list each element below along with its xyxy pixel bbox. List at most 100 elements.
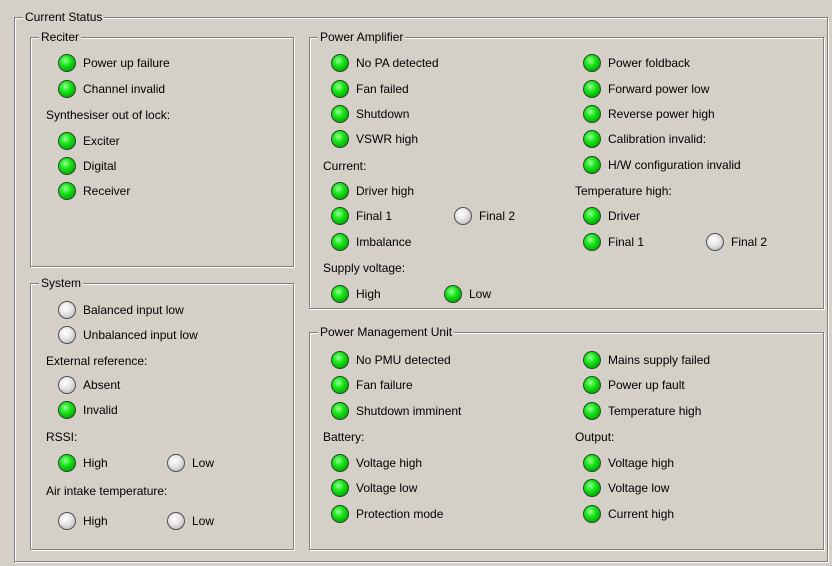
status-led-icon — [331, 182, 349, 200]
indicator-invalid: Invalid — [58, 400, 118, 420]
battery-label: Battery: — [323, 430, 365, 444]
indicator-temp-final-2: Final 2 — [706, 232, 767, 252]
indicator-rssi-high: High — [58, 453, 108, 473]
status-led-icon — [58, 54, 76, 72]
status-led-icon — [583, 54, 601, 72]
indicator-battery-voltage-low: Voltage low — [331, 478, 417, 498]
status-led-icon — [58, 454, 76, 472]
status-led-icon — [58, 401, 76, 419]
power-amplifier-title: Power Amplifier — [318, 30, 406, 44]
status-led-icon — [58, 376, 76, 394]
reciter-title: Reciter — [39, 30, 82, 44]
indicator-fan-failure: Fan failure — [331, 375, 413, 395]
status-led-icon — [58, 182, 76, 200]
indicator-no-pa-detected: No PA detected — [331, 53, 439, 73]
indicator-hw-config-invalid: H/W configuration invalid — [583, 155, 741, 175]
status-led-icon — [583, 402, 601, 420]
indicator-power-up-failure: Power up failure — [58, 53, 170, 73]
indicator-temperature-high: Temperature high — [583, 401, 701, 421]
external-reference-label: External reference: — [46, 354, 148, 368]
status-led-icon — [58, 80, 76, 98]
status-led-icon — [331, 233, 349, 251]
indicator-final-2: Final 2 — [454, 206, 515, 226]
current-status-title: Current Status — [23, 10, 105, 24]
status-led-icon — [58, 326, 76, 344]
supply-voltage-label: Supply voltage: — [323, 261, 406, 275]
status-led-icon — [331, 402, 349, 420]
indicator-calibration-invalid: Calibration invalid: — [583, 129, 706, 149]
indicator-power-up-fault: Power up fault — [583, 375, 685, 395]
indicator-no-pmu-detected: No PMU detected — [331, 350, 451, 370]
status-led-icon — [331, 505, 349, 523]
status-led-icon — [583, 376, 601, 394]
status-led-icon — [167, 454, 185, 472]
status-led-icon — [58, 157, 76, 175]
temperature-high-label: Temperature high: — [575, 184, 672, 198]
indicator-final-1: Final 1 — [331, 206, 392, 226]
indicator-vswr-high: VSWR high — [331, 129, 418, 149]
indicator-channel-invalid: Channel invalid — [58, 79, 165, 99]
indicator-imbalance: Imbalance — [331, 232, 411, 252]
status-led-icon — [331, 80, 349, 98]
status-led-icon — [331, 376, 349, 394]
indicator-exciter: Exciter — [58, 131, 120, 151]
air-intake-label: Air intake temperature: — [46, 484, 168, 498]
indicator-digital: Digital — [58, 156, 116, 176]
status-led-icon — [58, 301, 76, 319]
status-led-icon — [583, 233, 601, 251]
indicator-protection-mode: Protection mode — [331, 504, 443, 524]
status-led-icon — [583, 207, 601, 225]
synthesiser-label: Synthesiser out of lock: — [46, 108, 171, 122]
status-led-icon — [331, 130, 349, 148]
indicator-battery-voltage-high: Voltage high — [331, 453, 422, 473]
indicator-balanced-input-low: Balanced input low — [58, 300, 184, 320]
indicator-air-low: Low — [167, 511, 214, 531]
indicator-mains-supply-failed: Mains supply failed — [583, 350, 710, 370]
indicator-fan-failed: Fan failed — [331, 79, 409, 99]
status-led-icon — [706, 233, 724, 251]
status-led-icon — [583, 105, 601, 123]
status-led-icon — [167, 512, 185, 530]
indicator-unbalanced-input-low: Unbalanced input low — [58, 325, 198, 345]
status-led-icon — [583, 454, 601, 472]
rssi-label: RSSI: — [46, 430, 78, 444]
indicator-supply-low: Low — [444, 284, 491, 304]
status-led-icon — [454, 207, 472, 225]
status-led-icon — [58, 512, 76, 530]
indicator-power-foldback: Power foldback — [583, 53, 690, 73]
indicator-reverse-power-high: Reverse power high — [583, 104, 715, 124]
status-led-icon — [583, 479, 601, 497]
status-led-icon — [331, 285, 349, 303]
status-led-icon — [331, 54, 349, 72]
indicator-output-voltage-high: Voltage high — [583, 453, 674, 473]
indicator-forward-power-low: Forward power low — [583, 79, 709, 99]
status-led-icon — [331, 351, 349, 369]
indicator-shutdown-imminent: Shutdown imminent — [331, 401, 461, 421]
status-led-icon — [331, 454, 349, 472]
status-led-icon — [331, 479, 349, 497]
status-led-icon — [583, 80, 601, 98]
status-led-icon — [583, 130, 601, 148]
indicator-temp-driver: Driver — [583, 206, 640, 226]
status-led-icon — [331, 105, 349, 123]
indicator-absent: Absent — [58, 375, 120, 395]
indicator-shutdown: Shutdown — [331, 104, 409, 124]
status-led-icon — [58, 132, 76, 150]
indicator-rssi-low: Low — [167, 453, 214, 473]
status-led-icon — [331, 207, 349, 225]
status-led-icon — [583, 351, 601, 369]
indicator-air-high: High — [58, 511, 108, 531]
status-led-icon — [583, 156, 601, 174]
system-title: System — [39, 276, 84, 290]
current-label: Current: — [323, 159, 367, 173]
output-label: Output: — [575, 430, 615, 444]
status-led-icon — [444, 285, 462, 303]
status-led-icon — [583, 505, 601, 523]
indicator-supply-high: High — [331, 284, 381, 304]
indicator-current-high: Current high — [583, 504, 674, 524]
indicator-receiver: Receiver — [58, 181, 130, 201]
indicator-driver-high: Driver high — [331, 181, 414, 201]
indicator-temp-final-1: Final 1 — [583, 232, 644, 252]
pmu-title: Power Management Unit — [318, 325, 455, 339]
indicator-output-voltage-low: Voltage low — [583, 478, 669, 498]
